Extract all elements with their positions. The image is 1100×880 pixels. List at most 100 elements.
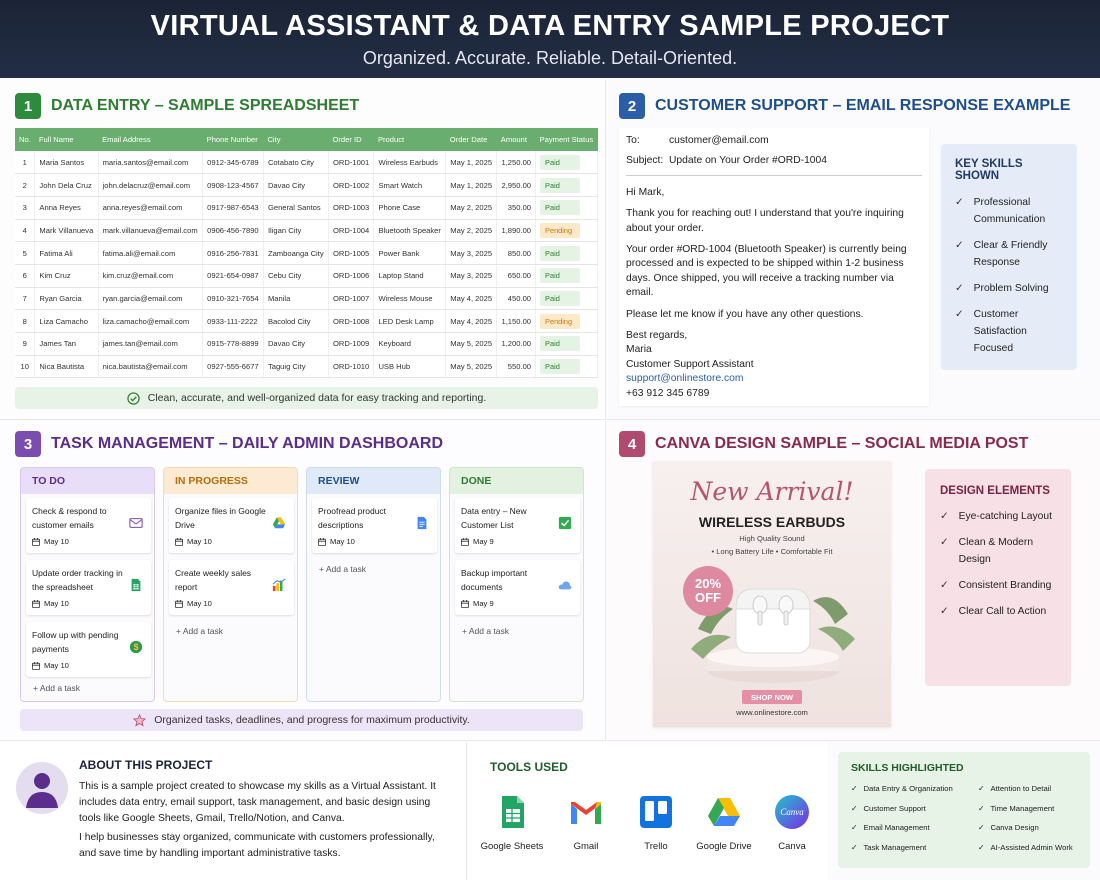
table-cell: 4 [15, 219, 36, 243]
poster-line-2: • Long Battery Life • Comfortable Fit [711, 547, 833, 556]
kanban-column: IN PROGRESS Organize files in Google Driv… [163, 467, 298, 702]
table-cell: Laptop Stand [373, 264, 447, 288]
table-cell: john.delacruz@email.com [98, 173, 204, 197]
task-card-title: Update order tracking in the spreadsheet [32, 568, 123, 593]
kanban-column-header: DONE [450, 468, 583, 494]
about-paragraph-1: This is a sample project created to show… [79, 781, 436, 824]
shop-now-button[interactable]: SHOP NOW [742, 690, 802, 704]
skill-item-label: Data Entry & Organization [863, 784, 953, 793]
skills-highlighted-title: SKILLS HIGHLIGHTED [851, 762, 964, 774]
about-paragraph-2: I help businesses stay organized, commun… [79, 831, 435, 859]
checklist-item: ✓ Clear & Friendly Response [955, 238, 1063, 272]
section1-note-text: Clean, accurate, and well-organized data… [147, 392, 487, 404]
table-cell: 0927-555-6677 [202, 355, 264, 379]
table-cell: 1,250.00 [496, 151, 537, 175]
kanban-column-header: IN PROGRESS [164, 468, 297, 494]
table-cell: 550.00 [496, 355, 537, 379]
table-row: 5 Fatima Ali fatima.ali@email.com 0916-256-… [15, 241, 598, 265]
skill-item: ✓ Canva Design [978, 823, 1039, 832]
check-icon: ✓ [978, 784, 985, 793]
key-skills-title: KEY SKILLS SHOWN [955, 158, 1023, 182]
table-cell: Wireless Earbuds [373, 151, 447, 175]
email-signature-email[interactable]: support@onlinestore.com [626, 372, 922, 386]
mail-icon [129, 518, 143, 528]
task-card[interactable]: Update order tracking in the spreadsheet… [26, 560, 151, 615]
table-cell: Nica Bautista [34, 355, 99, 379]
task-card[interactable]: Proofread product descriptions May 10 [312, 498, 437, 553]
table-cell: Paid [535, 287, 598, 311]
task-card[interactable]: Check & respond to customer emails May 10 [26, 498, 151, 553]
table-cell: 0933-111-2222 [202, 309, 264, 333]
table-cell: May 4, 2025 [445, 309, 498, 333]
status-badge: Paid [540, 200, 581, 216]
tool-google-sheets: Google Sheets [472, 794, 552, 852]
status-badge: Paid [540, 336, 581, 352]
add-task-button[interactable]: + Add a task [33, 683, 80, 693]
table-cell: liza.camacho@email.com [98, 309, 204, 333]
table-cell: May 1, 2025 [445, 151, 498, 175]
poster-product: WIRELESS EARBUDS [698, 514, 846, 530]
add-task-button[interactable]: + Add a task [462, 626, 509, 636]
kanban-column: TO DO Check & respond to customer emails M… [20, 467, 155, 702]
task-card-date: May 10 [318, 536, 431, 549]
column-header: Order Date [445, 128, 497, 151]
task-card[interactable]: Follow up with pending payments May 10 $ [26, 622, 151, 677]
data-entry-section: 1 DATA ENTRY – SAMPLE SPREADSHEET No. Ful… [0, 80, 606, 420]
section2-title: 2 CUSTOMER SUPPORT – EMAIL RESPONSE EXAM… [619, 93, 1070, 119]
table-row: 7 Ryan Garcia ryan.garcia@email.com 0910-32… [15, 287, 598, 311]
checklist-item-label: Customer Satisfaction Focused [973, 308, 1027, 354]
table-cell: 650.00 [496, 264, 537, 288]
dollar-icon: $ [129, 640, 143, 654]
skill-item-label: Task Management [863, 842, 927, 852]
table-cell: Power Bank [373, 241, 447, 265]
tool-gmail: Gmail [546, 794, 626, 852]
table-cell: maria.santos@email.com [98, 151, 204, 175]
check-icon: ✓ [978, 842, 985, 852]
task-card[interactable]: Create weekly sales report May 10 [169, 560, 294, 615]
table-cell: ORD-1010 [328, 355, 375, 379]
doc-icon [417, 516, 427, 530]
table-cell: Ryan Garcia [34, 287, 99, 311]
chart-icon [272, 578, 286, 592]
skill-item-label: AI-Assisted Admin Work [990, 842, 1073, 852]
add-task-button[interactable]: + Add a task [319, 564, 366, 574]
task-card-title: Create weekly sales report [175, 568, 252, 593]
table-cell: 350.00 [496, 196, 537, 220]
column-header: Payment Status [535, 128, 598, 151]
table-cell: Mark Villanueva [34, 219, 99, 243]
task-card[interactable]: Organize files in Google Drive May 10 [169, 498, 294, 553]
add-task-button[interactable]: + Add a task [176, 626, 223, 636]
email-closing: Best regards, [626, 330, 688, 342]
task-card[interactable]: Data entry – New Customer List May 9 [455, 498, 580, 553]
canva-design-section: 4 CANVA DESIGN SAMPLE – SOCIAL MEDIA POS… [607, 421, 1100, 741]
table-cell: Paid [535, 173, 598, 197]
checklist-item-label: Consistent Branding [958, 579, 1052, 591]
task-card-date: May 9 [461, 598, 574, 611]
task-card[interactable]: Backup important documents May 9 [455, 560, 580, 615]
table-cell: Davao City [263, 332, 329, 356]
calendar-icon [32, 600, 40, 609]
section1-title: 1 DATA ENTRY – SAMPLE SPREADSHEET [15, 93, 359, 119]
table-cell: Paid [535, 196, 598, 220]
table-cell: ORD-1006 [328, 264, 375, 288]
table-cell: 0908-123-4567 [202, 173, 264, 197]
tool-canva: Canva Canva [752, 794, 832, 852]
task-card-date: May 10 [32, 598, 145, 611]
section1-heading: DATA ENTRY – SAMPLE SPREADSHEET [51, 97, 360, 114]
skill-item: ✓ Data Entry & Organization [851, 784, 953, 793]
table-row: 4 Mark Villanueva mark.villanueva@email.co… [15, 219, 598, 243]
table-cell: 3 [15, 196, 36, 220]
kanban-column: REVIEW Proofread product descriptions May … [306, 467, 441, 702]
column-header: Full Name [34, 128, 99, 151]
table-cell: Paid [535, 355, 598, 379]
email-paragraph-3: Please let me know if you have any other… [626, 308, 864, 320]
table-cell: kim.cruz@email.com [98, 264, 204, 288]
section2-number: 2 [619, 93, 645, 119]
table-cell: 2,950.00 [496, 173, 537, 197]
status-badge: Paid [540, 177, 581, 193]
column-header: Email Address [98, 128, 203, 151]
calendar-icon [461, 538, 469, 547]
section3-number: 3 [15, 431, 41, 457]
task-management-section: 3 TASK MANAGEMENT – DAILY ADMIN DASHBOAR… [0, 421, 606, 741]
table-cell: Fatima Ali [34, 241, 99, 265]
